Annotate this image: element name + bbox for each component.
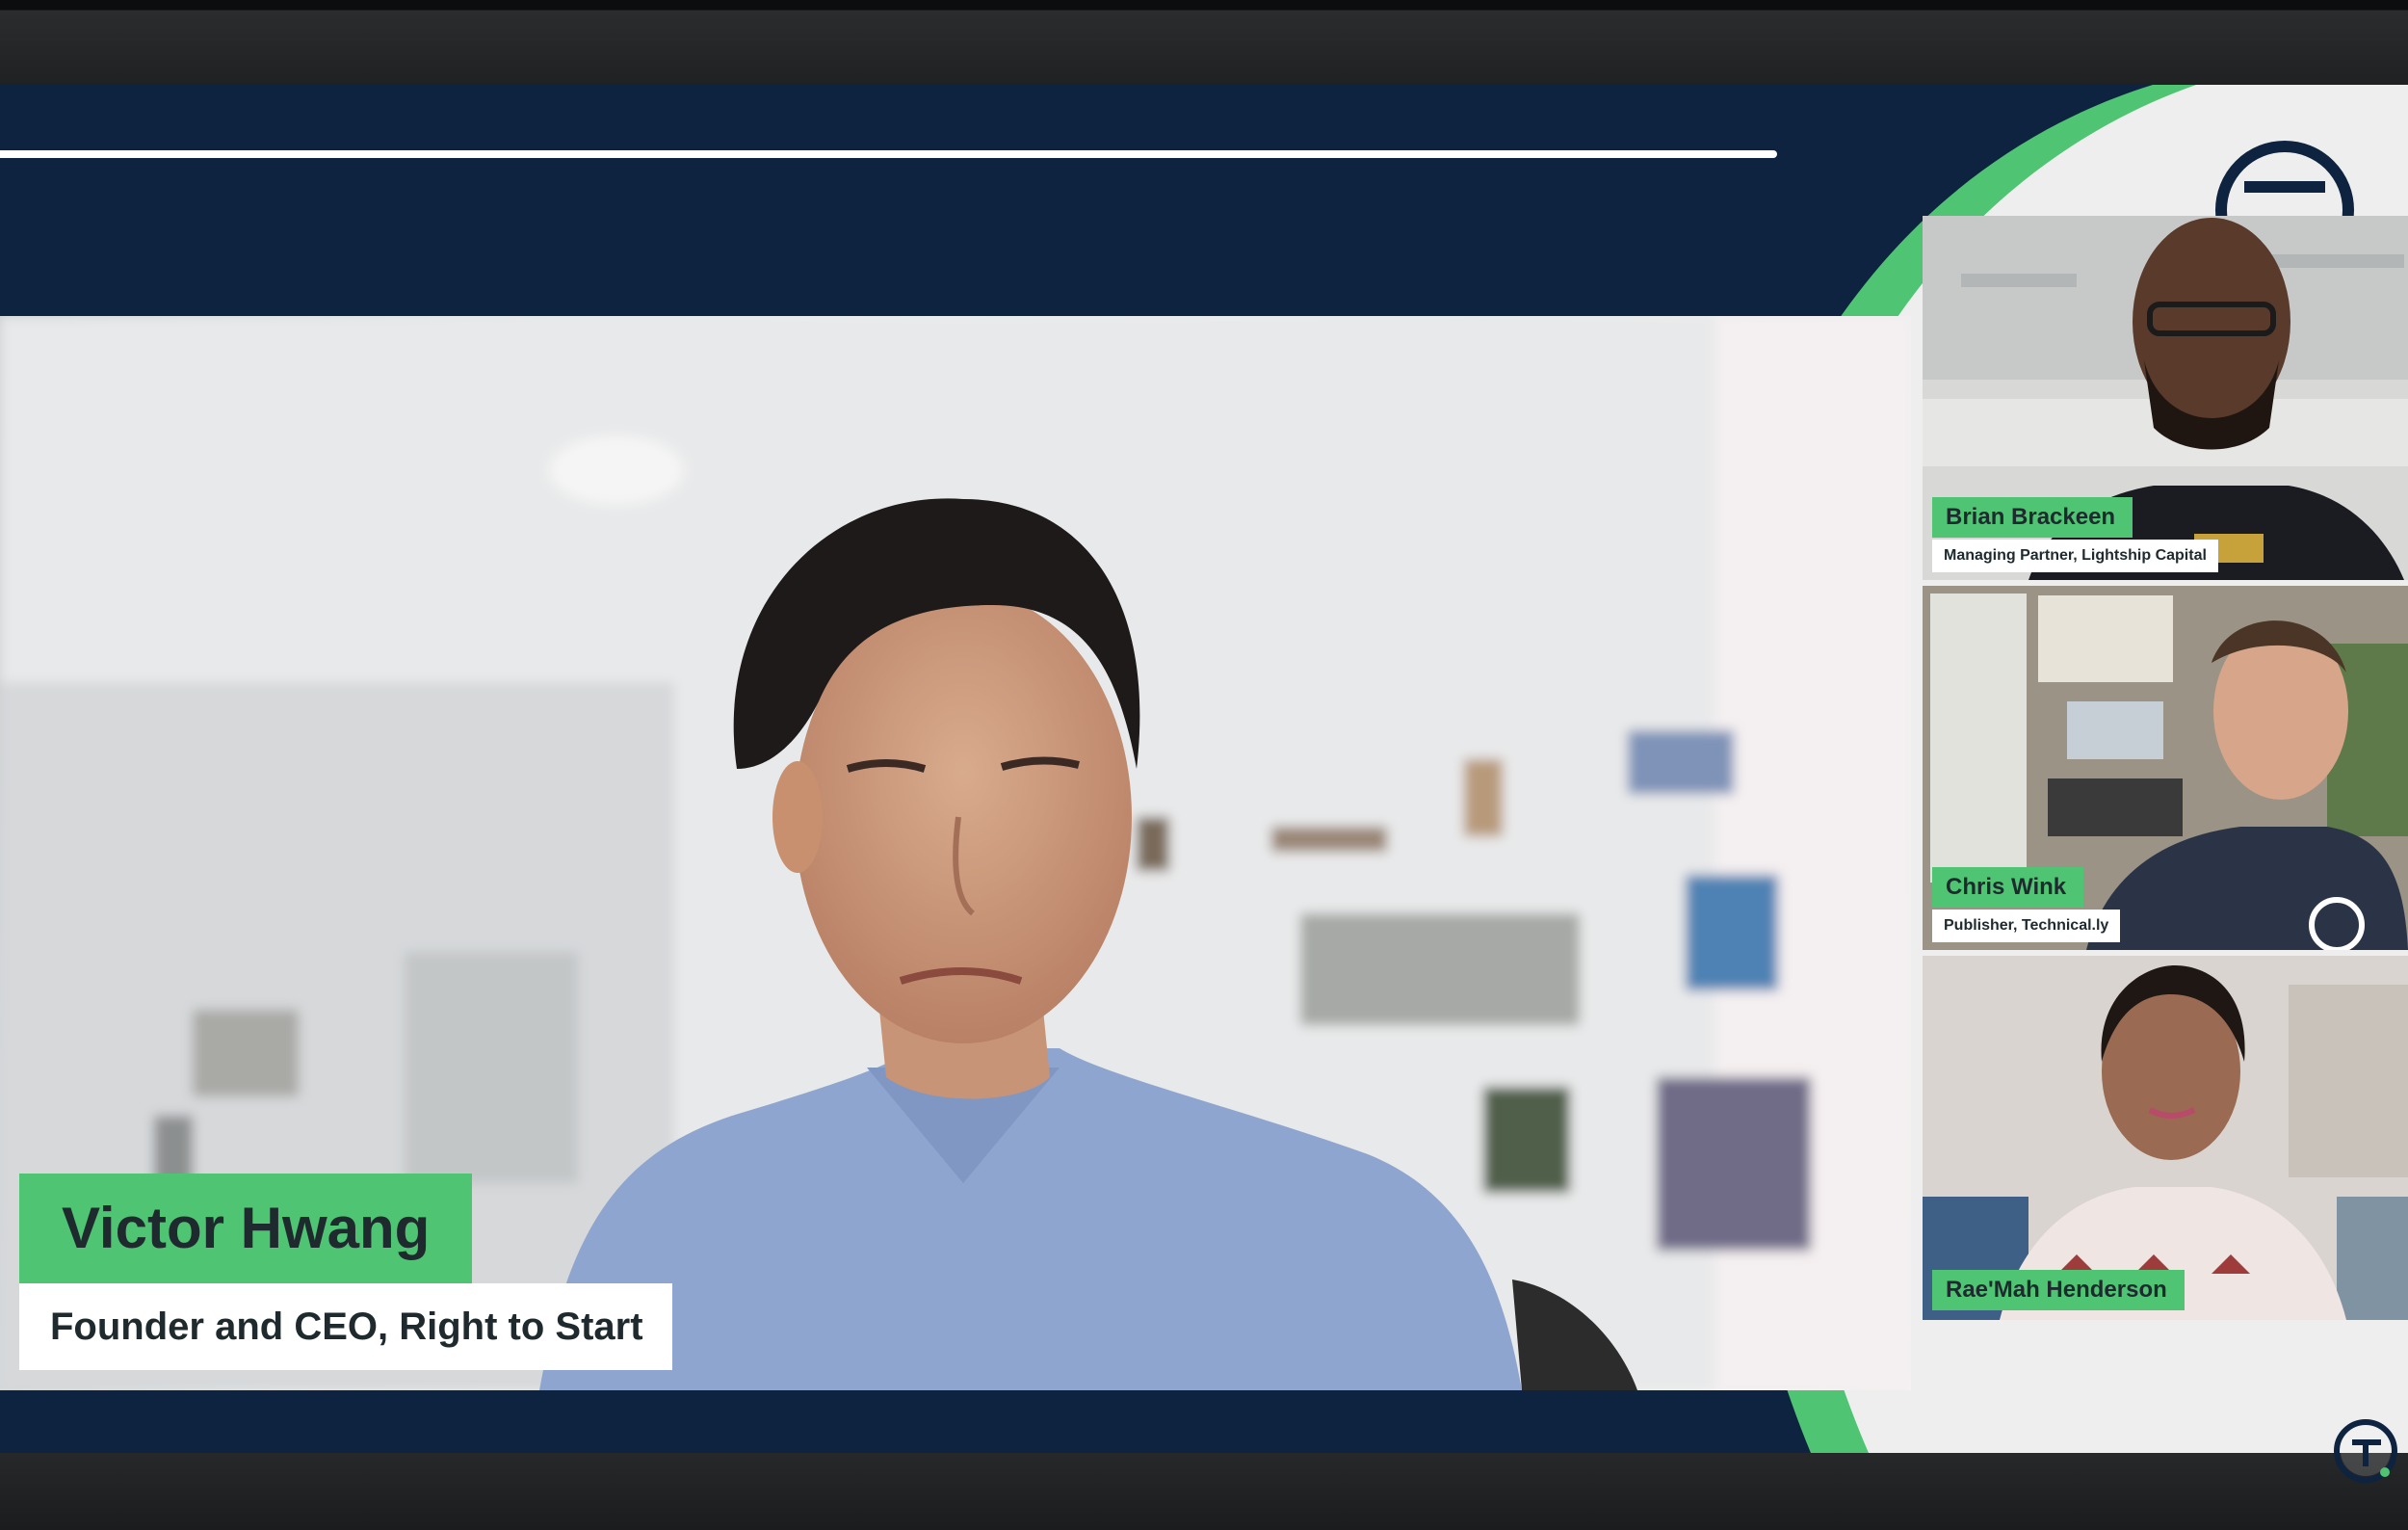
panelist-name-label: Chris Wink <box>1932 867 2084 908</box>
panelist-tile-raemah-henderson: Rae'Mah Henderson <box>1923 956 2408 1320</box>
top-accent-line <box>0 150 1777 158</box>
panelist-tile-chris-wink: Chris Wink Publisher, Technical.ly <box>1923 586 2408 950</box>
broadcast-stage: Brian Brackeen Managing Partner, Lightsh… <box>0 85 2408 1453</box>
panelist-tile-brian-brackeen: Brian Brackeen Managing Partner, Lightsh… <box>1923 216 2408 580</box>
bottom-letterbox-bar <box>0 1453 2408 1530</box>
panelist-name-label: Rae'Mah Henderson <box>1932 1270 2185 1310</box>
panelist-title-label: Managing Partner, Lightship Capital <box>1932 540 2218 572</box>
main-speaker-title: Founder and CEO, Right to Start <box>19 1283 672 1370</box>
main-speaker-name: Victor Hwang <box>19 1174 473 1283</box>
top-letterbox-bar <box>0 0 2408 85</box>
technically-logo-icon <box>2334 1419 2397 1483</box>
panelist-title-label: Publisher, Technical.ly <box>1932 910 2121 942</box>
panelist-name-label: Brian Brackeen <box>1932 497 2133 538</box>
panelist-video-raemah-henderson <box>1923 956 2408 1320</box>
